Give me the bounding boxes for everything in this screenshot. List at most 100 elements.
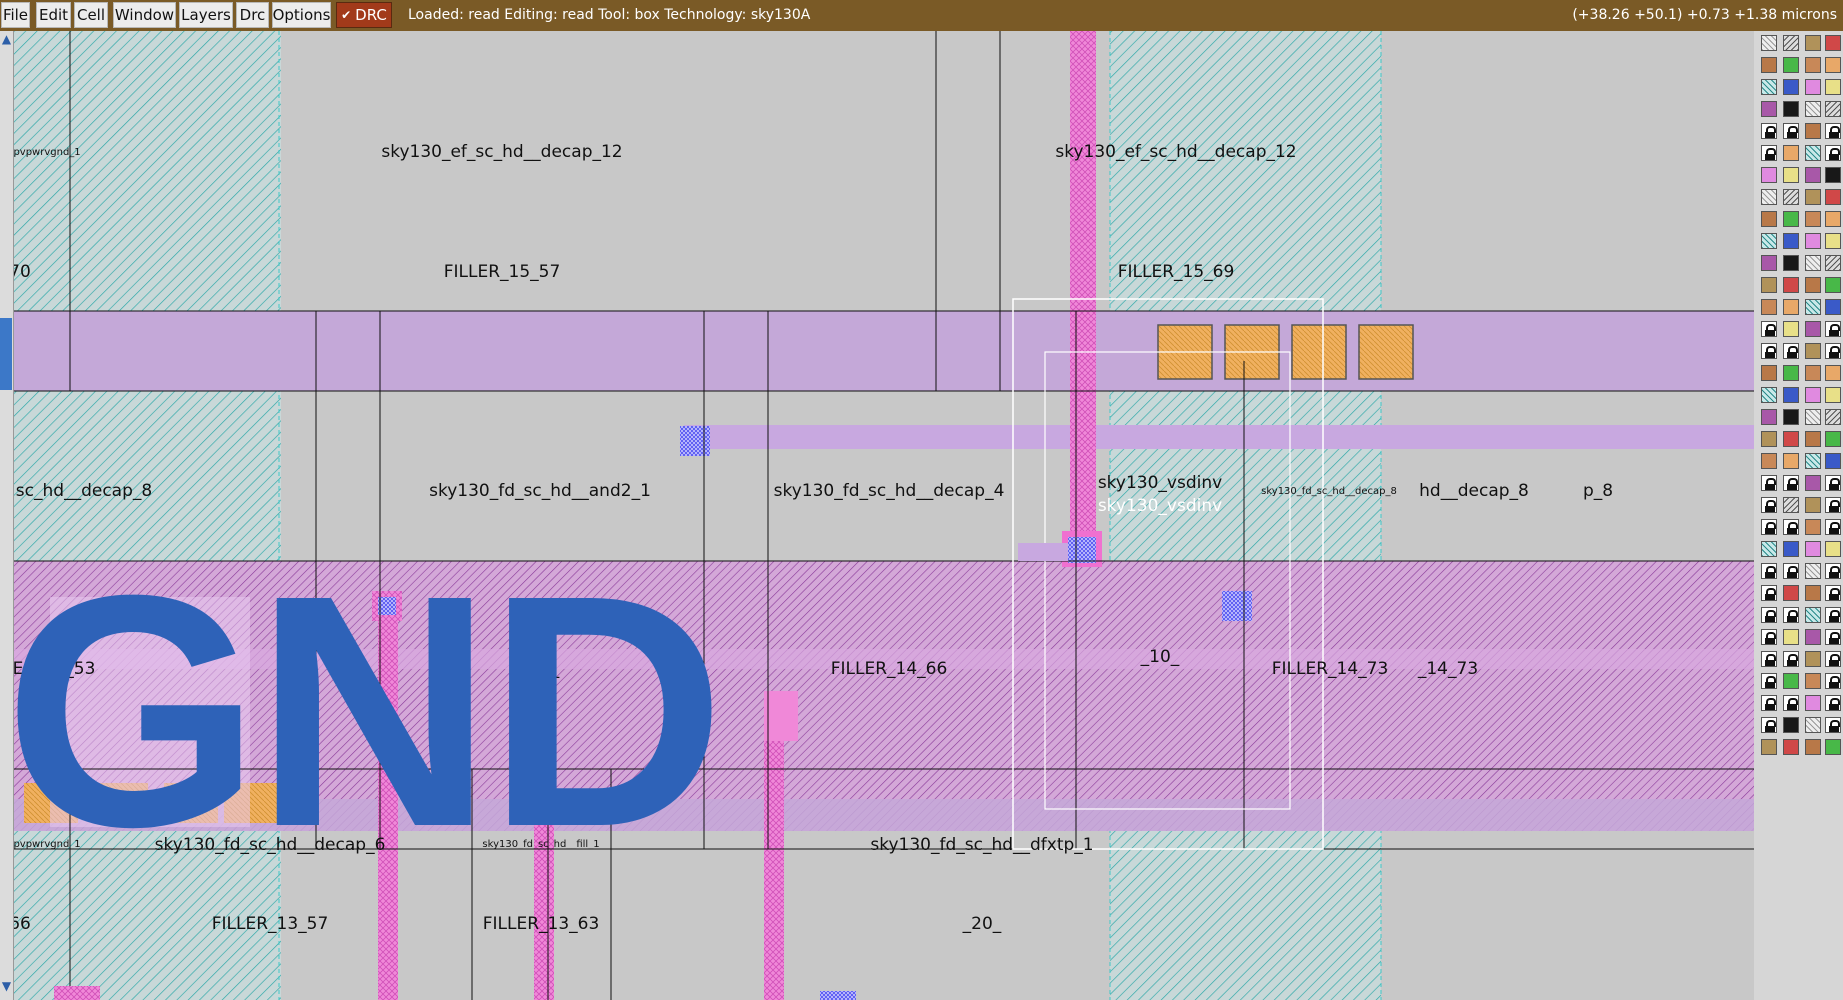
layer-swatch[interactable] — [1761, 453, 1777, 469]
lock-icon[interactable] — [1761, 585, 1777, 601]
layer-swatch[interactable] — [1783, 101, 1799, 117]
layer-swatch[interactable] — [1783, 497, 1799, 513]
layer-swatch[interactable] — [1783, 211, 1799, 227]
layer-swatch[interactable] — [1761, 35, 1777, 51]
layer-swatch[interactable] — [1783, 57, 1799, 73]
layer-swatch[interactable] — [1825, 541, 1841, 557]
layer-swatch[interactable] — [1805, 629, 1821, 645]
lock-icon[interactable] — [1825, 123, 1841, 139]
lock-icon[interactable] — [1825, 585, 1841, 601]
lock-icon[interactable] — [1783, 563, 1799, 579]
layer-swatch[interactable] — [1761, 541, 1777, 557]
layer-swatch[interactable] — [1805, 299, 1821, 315]
layer-swatch[interactable] — [1761, 189, 1777, 205]
layer-swatch[interactable] — [1761, 299, 1777, 315]
layer-swatch[interactable] — [1805, 189, 1821, 205]
lock-icon[interactable] — [1825, 563, 1841, 579]
layer-swatch[interactable] — [1805, 519, 1821, 535]
layer-swatch[interactable] — [1805, 585, 1821, 601]
lock-icon[interactable] — [1825, 717, 1841, 733]
layer-swatch[interactable] — [1783, 167, 1799, 183]
lock-icon[interactable] — [1761, 695, 1777, 711]
lock-icon[interactable] — [1783, 123, 1799, 139]
layer-swatch[interactable] — [1783, 541, 1799, 557]
lock-icon[interactable] — [1825, 519, 1841, 535]
layer-swatch[interactable] — [1761, 79, 1777, 95]
layer-swatch[interactable] — [1761, 739, 1777, 755]
layer-swatch[interactable] — [1761, 387, 1777, 403]
menu-window[interactable]: Window — [113, 2, 176, 28]
layer-swatch[interactable] — [1783, 277, 1799, 293]
layer-swatch[interactable] — [1783, 321, 1799, 337]
lock-icon[interactable] — [1761, 343, 1777, 359]
lock-icon[interactable] — [1761, 321, 1777, 337]
layer-swatch[interactable] — [1825, 277, 1841, 293]
drc-toggle-button[interactable]: ✔ DRC — [336, 2, 392, 28]
arrow-up-icon[interactable]: ▲ — [0, 31, 13, 47]
layer-swatch[interactable] — [1825, 57, 1841, 73]
layer-swatch[interactable] — [1805, 497, 1821, 513]
layer-swatch[interactable] — [1825, 101, 1841, 117]
layer-swatch[interactable] — [1805, 343, 1821, 359]
lock-icon[interactable] — [1783, 695, 1799, 711]
layer-swatch[interactable] — [1805, 57, 1821, 73]
menu-drc[interactable]: Drc — [236, 2, 269, 28]
layer-swatch[interactable] — [1825, 167, 1841, 183]
layer-swatch[interactable] — [1805, 321, 1821, 337]
lock-icon[interactable] — [1825, 673, 1841, 689]
layer-swatch[interactable] — [1805, 475, 1821, 491]
lock-icon[interactable] — [1761, 717, 1777, 733]
menu-cell[interactable]: Cell — [74, 2, 108, 28]
layer-swatch[interactable] — [1761, 277, 1777, 293]
layer-swatch[interactable] — [1783, 629, 1799, 645]
layer-swatch[interactable] — [1805, 255, 1821, 271]
layer-swatch[interactable] — [1805, 277, 1821, 293]
scrollbar-thumb[interactable] — [0, 318, 12, 390]
layer-swatch[interactable] — [1805, 409, 1821, 425]
lock-icon[interactable] — [1761, 607, 1777, 623]
layer-swatch[interactable] — [1783, 35, 1799, 51]
layer-swatch[interactable] — [1805, 167, 1821, 183]
layer-swatch[interactable] — [1805, 431, 1821, 447]
arrow-down-icon[interactable]: ▼ — [0, 978, 13, 994]
menu-options[interactable]: Options — [272, 2, 331, 28]
menu-edit[interactable]: Edit — [36, 2, 71, 28]
layer-swatch[interactable] — [1783, 717, 1799, 733]
layer-swatch[interactable] — [1761, 211, 1777, 227]
lock-icon[interactable] — [1825, 695, 1841, 711]
layer-swatch[interactable] — [1761, 57, 1777, 73]
layer-swatch[interactable] — [1805, 145, 1821, 161]
layer-swatch[interactable] — [1825, 387, 1841, 403]
layer-swatch[interactable] — [1825, 299, 1841, 315]
lock-icon[interactable] — [1825, 629, 1841, 645]
lock-icon[interactable] — [1825, 145, 1841, 161]
lock-icon[interactable] — [1761, 673, 1777, 689]
lock-icon[interactable] — [1761, 519, 1777, 535]
layer-swatch[interactable] — [1805, 365, 1821, 381]
layer-swatch[interactable] — [1761, 233, 1777, 249]
lock-icon[interactable] — [1825, 475, 1841, 491]
lock-icon[interactable] — [1783, 343, 1799, 359]
layer-swatch[interactable] — [1825, 739, 1841, 755]
layer-swatch[interactable] — [1825, 211, 1841, 227]
layer-swatch[interactable] — [1783, 145, 1799, 161]
layer-swatch[interactable] — [1805, 233, 1821, 249]
lock-icon[interactable] — [1783, 651, 1799, 667]
layer-swatch[interactable] — [1761, 431, 1777, 447]
layer-swatch[interactable] — [1805, 101, 1821, 117]
layer-swatch[interactable] — [1761, 167, 1777, 183]
lock-icon[interactable] — [1825, 497, 1841, 513]
lock-icon[interactable] — [1825, 651, 1841, 667]
layer-swatch[interactable] — [1805, 211, 1821, 227]
layer-swatch[interactable] — [1783, 431, 1799, 447]
layer-swatch[interactable] — [1783, 299, 1799, 315]
layer-swatch[interactable] — [1783, 673, 1799, 689]
lock-icon[interactable] — [1825, 607, 1841, 623]
layer-swatch[interactable] — [1825, 431, 1841, 447]
lock-icon[interactable] — [1761, 145, 1777, 161]
layer-palette[interactable] — [1754, 31, 1843, 1000]
layer-swatch[interactable] — [1805, 35, 1821, 51]
layer-swatch[interactable] — [1783, 409, 1799, 425]
layer-swatch[interactable] — [1805, 673, 1821, 689]
layout-canvas[interactable]: sky130_ef_sc_hd__decap_12 sky130_ef_sc_h… — [14, 31, 1754, 1000]
